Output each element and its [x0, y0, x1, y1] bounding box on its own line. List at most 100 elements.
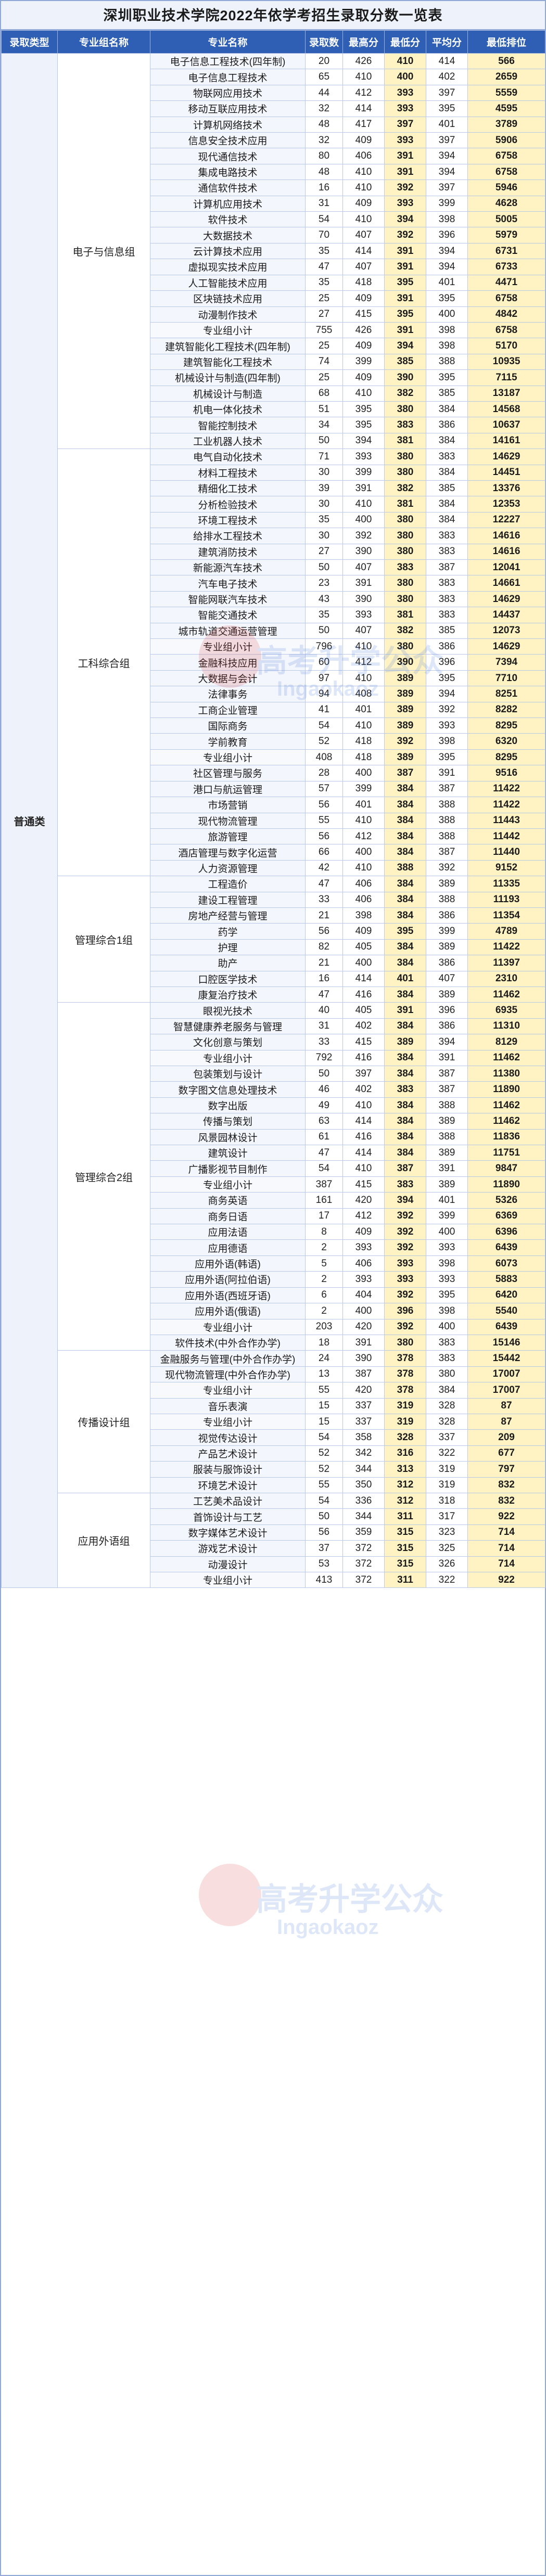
min-score-cell: 388: [384, 860, 426, 877]
max-score-cell: 410: [342, 1097, 385, 1114]
avg-score-cell: 386: [426, 638, 468, 655]
avg-score-cell: 402: [426, 69, 468, 85]
table-row: 工科综合组 电气自动化技术 71 393 380 383 14629: [2, 448, 545, 877]
max-score-cell: 416: [342, 1129, 385, 1146]
avg-score-cell: 389: [426, 1145, 468, 1161]
major-name-cell: 电气自动化技术: [150, 448, 306, 465]
min-rank-cell: 6439: [467, 1239, 545, 1256]
count-cell: 31: [305, 1018, 343, 1035]
max-score-cell: 405: [342, 1002, 385, 1019]
min-rank-cell: 11462: [467, 1049, 545, 1067]
min-rank-cell: 922: [467, 1571, 545, 1588]
major-name-cell: 机械设计与制造: [150, 385, 306, 402]
avg-score-cell: 395: [426, 100, 468, 117]
avg-score-cell: 389: [426, 1113, 468, 1130]
min-rank-cell: 8129: [467, 1034, 545, 1050]
count-cell: 2: [305, 1239, 343, 1256]
count-cell: 60: [305, 654, 343, 671]
min-rank-cell: 832: [467, 1492, 545, 1509]
header-rank: 最低排位: [467, 30, 545, 54]
min-rank-cell: 714: [467, 1524, 545, 1541]
max-score-cell: 395: [342, 401, 385, 418]
min-score-cell: 384: [384, 1065, 426, 1082]
major-name-cell: 工商企业管理: [150, 701, 306, 719]
max-score-cell: 404: [342, 1287, 385, 1304]
avg-score-cell: 384: [426, 432, 468, 450]
major-group-cell: 传播设计组: [57, 1350, 150, 1493]
max-score-cell: 410: [342, 211, 385, 228]
max-score-cell: 392: [342, 528, 385, 544]
max-score-cell: 391: [342, 575, 385, 592]
avg-score-cell: 383: [426, 528, 468, 544]
min-rank-cell: 12227: [467, 511, 545, 529]
min-score-cell: 315: [384, 1524, 426, 1541]
min-rank-cell: 11836: [467, 1129, 545, 1146]
avg-score-cell: 414: [426, 53, 468, 70]
min-score-cell: 390: [384, 654, 426, 671]
max-score-cell: 410: [342, 163, 385, 181]
count-cell: 35: [305, 242, 343, 260]
count-cell: 30: [305, 464, 343, 481]
min-score-cell: 380: [384, 638, 426, 655]
max-score-cell: 409: [342, 369, 385, 386]
count-cell: 47: [305, 259, 343, 275]
count-cell: 6: [305, 1287, 343, 1304]
min-rank-cell: 14661: [467, 575, 545, 592]
min-score-cell: 316: [384, 1445, 426, 1462]
avg-score-cell: 388: [426, 353, 468, 370]
max-score-cell: 406: [342, 148, 385, 164]
major-name-cell: 现代物流管理(中外合作办学): [150, 1366, 306, 1383]
min-score-cell: 383: [384, 417, 426, 433]
avg-score-cell: 383: [426, 575, 468, 592]
avg-score-cell: 398: [426, 1255, 468, 1272]
major-name-cell: 软件技术: [150, 211, 306, 228]
min-score-cell: 319: [384, 1413, 426, 1430]
avg-score-cell: 396: [426, 1002, 468, 1019]
count-cell: 63: [305, 1113, 343, 1130]
major-name-cell: 专业组小计: [150, 322, 306, 339]
max-score-cell: 391: [342, 480, 385, 497]
max-score-cell: 420: [342, 1318, 385, 1335]
avg-score-cell: 323: [426, 1524, 468, 1541]
min-score-cell: 392: [384, 1224, 426, 1240]
min-score-cell: 378: [384, 1366, 426, 1383]
max-score-cell: 400: [342, 511, 385, 529]
min-rank-cell: 9152: [467, 860, 545, 877]
count-cell: 94: [305, 686, 343, 702]
major-name-cell: 口腔医学技术: [150, 970, 306, 987]
min-rank-cell: 5906: [467, 132, 545, 149]
count-cell: 50: [305, 559, 343, 576]
major-name-cell: 信息安全技术应用: [150, 132, 306, 149]
major-name-cell: 区块链技术应用: [150, 290, 306, 307]
avg-score-cell: 384: [426, 401, 468, 418]
max-score-cell: 416: [342, 1049, 385, 1067]
min-score-cell: 384: [384, 1129, 426, 1146]
max-score-cell: 409: [342, 923, 385, 940]
table-row: 传播设计组 金融服务与管理(中外合作办学) 24 390 378 383 15442: [2, 1350, 545, 1493]
count-cell: 33: [305, 1034, 343, 1050]
header-type: 录取类型: [1, 30, 58, 54]
avg-score-cell: 393: [426, 717, 468, 734]
major-name-cell: 护理: [150, 939, 306, 956]
major-group-cell: 管理综合1组: [57, 876, 150, 1003]
avg-score-cell: 385: [426, 480, 468, 497]
count-cell: 35: [305, 511, 343, 529]
min-score-cell: 383: [384, 1081, 426, 1098]
watermark-subtext: Ingaokaoz: [277, 1916, 379, 1939]
avg-score-cell: 398: [426, 211, 468, 228]
max-score-cell: 372: [342, 1540, 385, 1557]
min-rank-cell: 14629: [467, 591, 545, 608]
count-cell: 71: [305, 448, 343, 465]
min-score-cell: 384: [384, 907, 426, 924]
min-score-cell: 391: [384, 163, 426, 181]
avg-score-cell: 399: [426, 1208, 468, 1225]
count-cell: 82: [305, 939, 343, 956]
count-cell: 61: [305, 1129, 343, 1146]
avg-score-cell: 394: [426, 148, 468, 164]
max-score-cell: 393: [342, 1239, 385, 1256]
min-score-cell: 392: [384, 1287, 426, 1304]
header-group: 专业组名称: [57, 30, 150, 54]
min-rank-cell: 4595: [467, 100, 545, 117]
min-rank-cell: 677: [467, 1445, 545, 1462]
avg-score-cell: 383: [426, 543, 468, 560]
